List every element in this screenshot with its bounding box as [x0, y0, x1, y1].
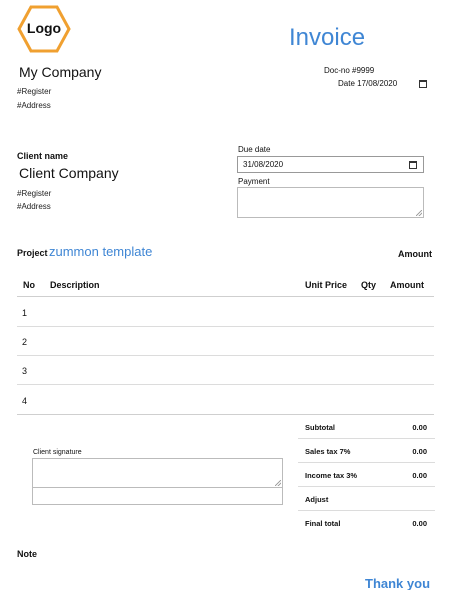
calendar-icon[interactable]: [419, 79, 428, 88]
due-date-label: Due date: [238, 145, 271, 154]
divider: [17, 384, 434, 385]
subtotal-value: 0.00: [412, 423, 427, 432]
adjust-label: Adjust: [305, 495, 329, 504]
table-row[interactable]: 4: [22, 396, 27, 406]
col-header-unit-price: Unit Price: [305, 280, 348, 290]
project-amount-label: Amount: [398, 249, 432, 259]
table-row[interactable]: 1: [22, 308, 27, 318]
date-value[interactable]: 17/08/2020: [357, 79, 397, 88]
table-row[interactable]: 3: [22, 366, 27, 376]
client-label: Client name: [17, 151, 69, 161]
due-date-value: 31/08/2020: [243, 160, 284, 169]
resize-grip-icon[interactable]: [416, 210, 422, 216]
date-label: Date: [338, 79, 355, 88]
signature-label: Client signature: [33, 449, 82, 456]
divider: [298, 486, 435, 487]
col-header-no: No: [23, 280, 35, 290]
divider: [17, 326, 434, 327]
thank-you-text: Thank you: [365, 576, 431, 590]
signature-name-input[interactable]: [32, 488, 283, 505]
client-name[interactable]: Client Company: [19, 165, 119, 181]
sales-tax-value: 0.00: [412, 447, 427, 456]
sales-tax-label[interactable]: Sales tax 7%: [305, 447, 350, 456]
date-field[interactable]: Date 17/08/2020: [338, 79, 428, 88]
project-label: Project: [17, 248, 48, 258]
table-row[interactable]: 2: [22, 337, 27, 347]
final-total-value: 0.00: [412, 519, 427, 528]
logo-text: Logo: [26, 20, 62, 36]
divider: [298, 438, 435, 439]
calendar-icon[interactable]: [409, 160, 417, 169]
signature-textarea[interactable]: [32, 458, 283, 488]
income-tax-label[interactable]: Income tax 3%: [305, 471, 357, 480]
due-date-input[interactable]: 31/08/2020: [237, 156, 424, 173]
resize-grip-icon[interactable]: [275, 480, 281, 486]
divider: [298, 510, 435, 511]
divider: [17, 414, 434, 415]
company-address[interactable]: #Address: [17, 101, 51, 110]
divider: [17, 355, 434, 356]
final-total-label: Final total: [305, 519, 341, 528]
col-header-description: Description: [50, 280, 100, 290]
client-address[interactable]: #Address: [17, 202, 51, 211]
col-header-amount: Amount: [390, 280, 424, 290]
subtotal-label: Subtotal: [305, 423, 335, 432]
doc-number[interactable]: Doc-no #9999: [324, 66, 374, 75]
divider: [298, 462, 435, 463]
project-name[interactable]: zummon template: [49, 244, 152, 259]
company-register[interactable]: #Register: [17, 87, 51, 96]
payment-label: Payment: [238, 177, 270, 186]
col-header-qty: Qty: [361, 280, 377, 290]
client-register[interactable]: #Register: [17, 189, 51, 198]
income-tax-value: 0.00: [412, 471, 427, 480]
company-name[interactable]: My Company: [19, 64, 101, 80]
divider: [17, 296, 434, 297]
note-label[interactable]: Note: [17, 549, 37, 559]
logo: Logo: [17, 5, 71, 53]
payment-textarea[interactable]: [237, 187, 424, 218]
page-title: Invoice: [289, 24, 366, 51]
